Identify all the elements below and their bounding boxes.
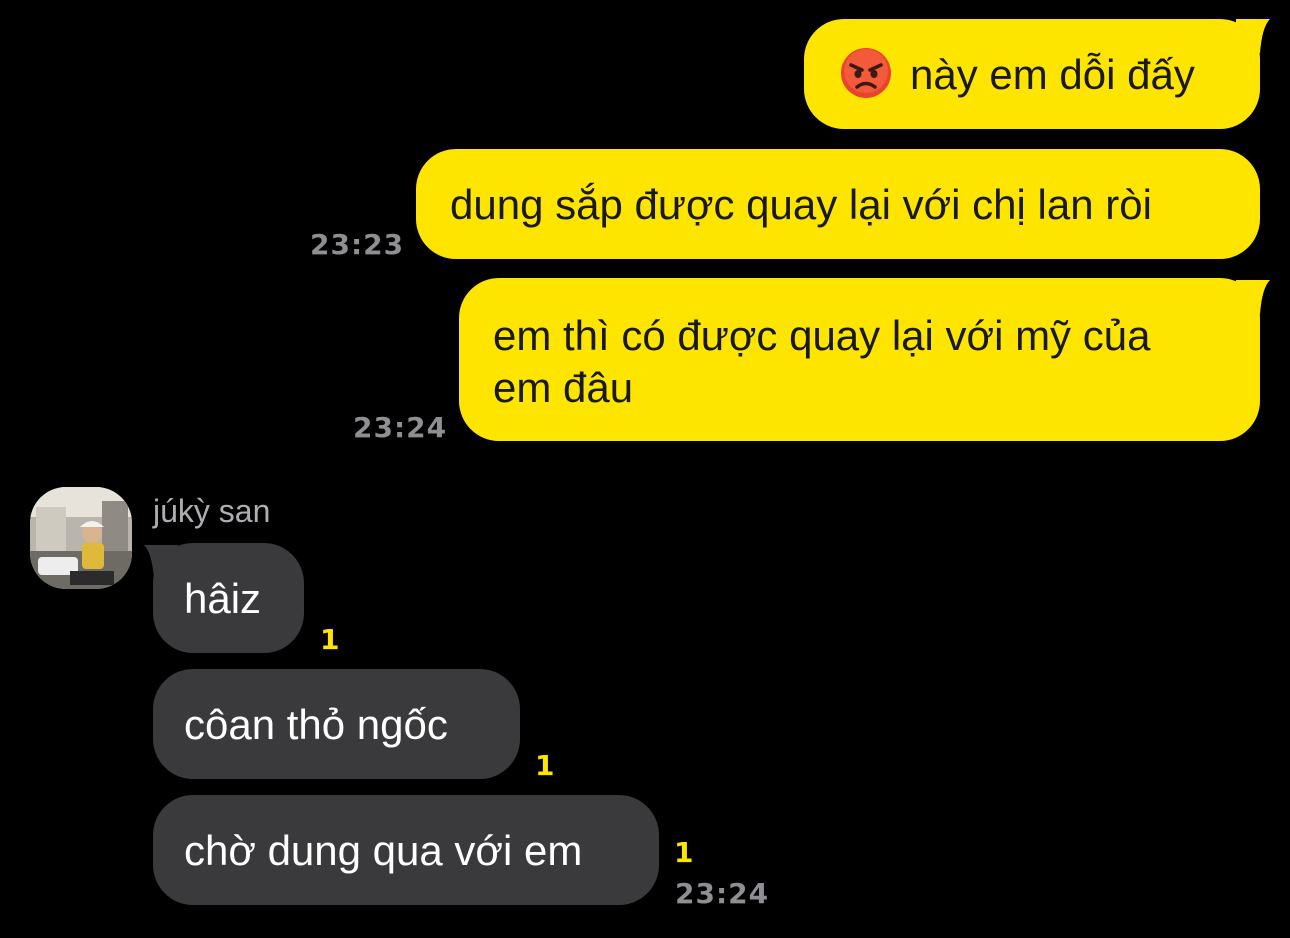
unread-count: 1 [674, 836, 694, 869]
unread-count: 1 [320, 623, 340, 656]
angry-face-icon [841, 48, 891, 98]
message-text: dung sắp được quay lại với chị lan ròi [450, 181, 1152, 228]
bubble-tail [1236, 19, 1270, 53]
message-text: côan thỏ ngốc [184, 701, 448, 748]
sender-avatar[interactable] [30, 487, 132, 589]
message-timestamp: 23:24 [675, 877, 770, 910]
message-timestamp: 23:24 [353, 411, 448, 444]
message-text-line: em thì có được quay lại với mỹ của [493, 312, 1151, 359]
outgoing-message-2[interactable]: dung sắp được quay lại với chị lan ròi [416, 149, 1260, 259]
message-text: chờ dung qua với em [184, 827, 583, 874]
bubble-tail [1236, 280, 1270, 314]
unread-count: 1 [535, 749, 555, 782]
sender-name: júkỳ san [153, 493, 271, 529]
message-text-line: em đâu [493, 364, 634, 411]
message-text: này em dỗi đấy [910, 51, 1195, 98]
outgoing-message-3[interactable]: em thì có được quay lại với mỹ của em đâ… [459, 278, 1260, 441]
incoming-message-3[interactable]: chờ dung qua với em [153, 795, 659, 905]
incoming-message-2[interactable]: côan thỏ ngốc [153, 669, 520, 779]
message-timestamp: 23:23 [310, 228, 405, 261]
message-text: hâiz [184, 575, 262, 622]
incoming-message-1[interactable]: hâiz [153, 543, 304, 653]
profile-photo-icon [30, 487, 132, 589]
outgoing-message-1[interactable]: này em dỗi đấy [804, 19, 1260, 129]
